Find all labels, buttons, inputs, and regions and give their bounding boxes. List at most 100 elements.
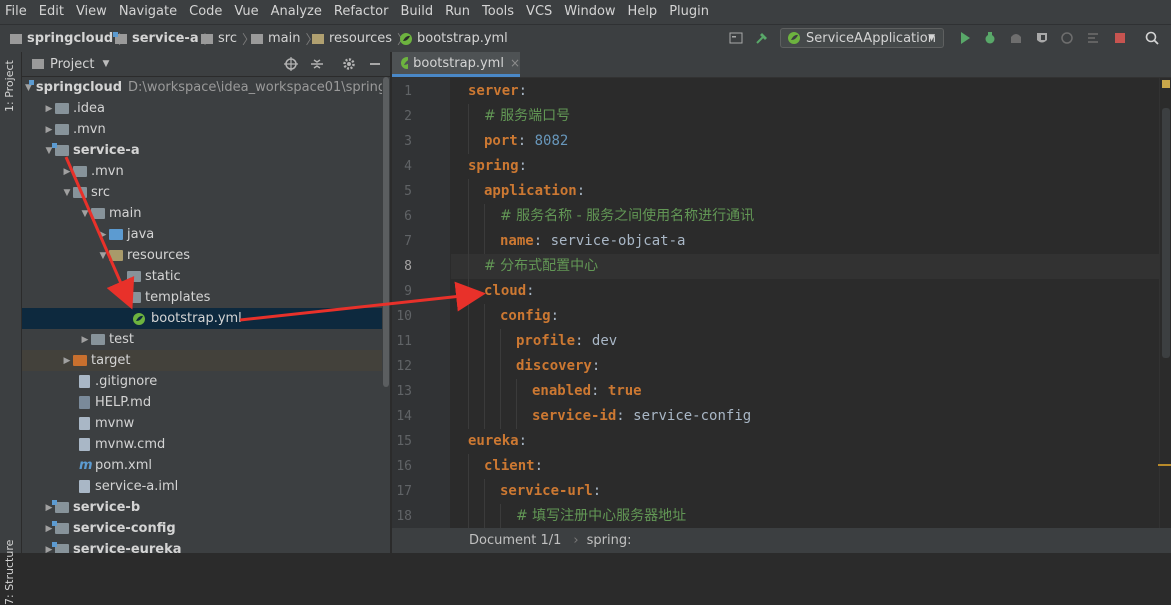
menu-help[interactable]: Help	[622, 0, 664, 24]
attach-debugger-icon[interactable]	[1060, 31, 1074, 45]
close-icon[interactable]: ×	[510, 56, 520, 70]
menu-build[interactable]: Build	[394, 0, 439, 24]
editor-scrollbar-thumb[interactable]	[1162, 108, 1170, 358]
menu-vue[interactable]: Vue	[228, 0, 264, 24]
tree-item-target[interactable]: ▶ target	[22, 350, 382, 371]
menu-code[interactable]: Code	[183, 0, 228, 24]
menu-file[interactable]: File	[0, 0, 33, 24]
line-number: 15	[396, 434, 412, 449]
folder-icon	[251, 33, 263, 44]
tree-item-service-a-mvn[interactable]: ▶ .mvn	[22, 161, 382, 182]
code-line-1: server:	[468, 83, 528, 99]
line-number: 10	[396, 309, 412, 324]
breadcrumb-springcloud[interactable]: springcloud〉	[10, 25, 131, 52]
code-line-11: profile: dev	[516, 333, 618, 349]
project-tree-scrollbar[interactable]	[382, 77, 390, 553]
code-line-3: port: 8082	[484, 133, 569, 149]
tree-item-java[interactable]: ▶ java	[22, 224, 382, 245]
indent-guide	[468, 179, 469, 429]
menu-view[interactable]: View	[70, 0, 113, 24]
left-tool-strip: 1: Project 7: Structure	[0, 52, 22, 605]
run-configuration-select[interactable]: ServiceAApplication ▼	[780, 28, 944, 48]
gear-icon[interactable]	[342, 57, 356, 71]
line-number: 6	[404, 209, 412, 224]
tree-item-src[interactable]: ▼ src	[22, 182, 382, 203]
tab-bootstrap-yml[interactable]: bootstrap.yml ×	[392, 52, 520, 77]
tree-item-mvnw-cmd[interactable]: mvnw.cmd	[22, 434, 382, 455]
tree-item-mvnw[interactable]: mvnw	[22, 413, 382, 434]
breadcrumb-resources[interactable]: resources〉	[312, 25, 410, 52]
resources-folder-icon	[312, 33, 324, 44]
collapse-all-icon[interactable]	[310, 57, 324, 71]
indent-guide	[468, 454, 469, 528]
structure-tool-tab[interactable]: 7: Structure	[3, 540, 16, 605]
tree-item-mvn[interactable]: ▶ .mvn	[22, 119, 382, 140]
tree-item-templates[interactable]: templates	[22, 287, 382, 308]
tree-item-service-b[interactable]: ▶ service-b	[22, 497, 382, 518]
menu-plugin[interactable]: Plugin	[663, 0, 715, 24]
menu-vcs[interactable]: VCS	[520, 0, 558, 24]
yaml-path[interactable]: spring:	[587, 533, 632, 548]
debug-icon[interactable]	[983, 31, 997, 45]
tree-item-idea[interactable]: ▶ .idea	[22, 98, 382, 119]
file-icon	[79, 417, 90, 430]
tree-item-help-md[interactable]: HELP.md	[22, 392, 382, 413]
menu-edit[interactable]: Edit	[33, 0, 70, 24]
code-line-16: client:	[484, 458, 544, 474]
menu-refactor[interactable]: Refactor	[328, 0, 395, 24]
tree-item-gitignore[interactable]: .gitignore	[22, 371, 382, 392]
tree-item-main[interactable]: ▼ main	[22, 203, 382, 224]
chevron-down-icon[interactable]: ▼	[102, 59, 109, 69]
line-number: 9	[404, 284, 412, 299]
spring-leaf-icon	[400, 32, 412, 45]
menu-tools[interactable]: Tools	[476, 0, 520, 24]
project-tool-tab[interactable]: 1: Project	[3, 60, 16, 112]
tree-item-springcloud[interactable]: ▼ springcloud D:\workspace\idea_workspace0…	[22, 77, 382, 98]
code-line-15: eureka:	[468, 433, 528, 449]
warning-marker[interactable]	[1158, 464, 1171, 466]
indent-guide	[484, 479, 485, 528]
tree-item-pom-xml[interactable]: m pom.xml	[22, 455, 382, 476]
tree-item-service-a[interactable]: ▼ service-a	[22, 140, 382, 161]
menu-analyze[interactable]: Analyze	[265, 0, 328, 24]
tree-item-service-eureka[interactable]: ▶ service-eureka	[22, 539, 382, 553]
code-line-13: enabled: true	[532, 383, 642, 399]
editor-error-stripe[interactable]	[1158, 78, 1171, 528]
tree-item-test[interactable]: ▶ test	[22, 329, 382, 350]
document-indicator[interactable]: Document 1/1	[469, 533, 561, 548]
chevron-down-icon: ▼	[928, 33, 935, 43]
tree-item-static[interactable]: static	[22, 266, 382, 287]
project-view-title[interactable]: Project	[50, 57, 94, 72]
tree-item-service-a-iml[interactable]: service-a.iml	[22, 476, 382, 497]
breadcrumb-src[interactable]: src 〉	[201, 25, 255, 52]
menu-navigate[interactable]: Navigate	[113, 0, 183, 24]
indent-guide	[516, 379, 517, 429]
stop-icon[interactable]	[1113, 31, 1127, 45]
indent-guide	[468, 104, 469, 154]
inspection-status-icon[interactable]	[1162, 80, 1170, 88]
hide-panel-icon[interactable]	[368, 57, 382, 71]
update-running-app-icon[interactable]	[1086, 31, 1100, 45]
search-everywhere-icon[interactable]	[1145, 31, 1159, 45]
breadcrumb-bootstrap-yml[interactable]: bootstrap.yml	[399, 25, 508, 52]
line-number: 8	[404, 259, 412, 274]
module-icon	[113, 31, 127, 44]
code-line-4: spring:	[468, 158, 528, 174]
file-icon	[79, 375, 90, 388]
tree-item-bootstrap-yml[interactable]: bootstrap.yml	[22, 308, 382, 329]
run-with-coverage-icon[interactable]	[1009, 31, 1023, 45]
code-line-8: # 分布式配置中心	[484, 258, 599, 274]
tree-item-service-config[interactable]: ▶ service-config	[22, 518, 382, 539]
code-line-18: # 填写注册中心服务器地址	[516, 508, 687, 524]
build-hammer-icon[interactable]	[755, 31, 769, 45]
locate-icon[interactable]	[284, 57, 298, 71]
file-icon	[79, 480, 90, 493]
navigation-bar: springcloud〉 service-a〉 src〉 main〉 resou…	[0, 24, 1171, 53]
terminal-icon[interactable]	[729, 31, 743, 45]
breadcrumb-main[interactable]: main〉	[251, 25, 319, 52]
run-icon[interactable]	[958, 31, 972, 45]
menu-window[interactable]: Window	[558, 0, 621, 24]
profile-icon[interactable]	[1035, 31, 1049, 45]
menu-run[interactable]: Run	[439, 0, 476, 24]
tree-item-resources[interactable]: ▼ resources	[22, 245, 382, 266]
